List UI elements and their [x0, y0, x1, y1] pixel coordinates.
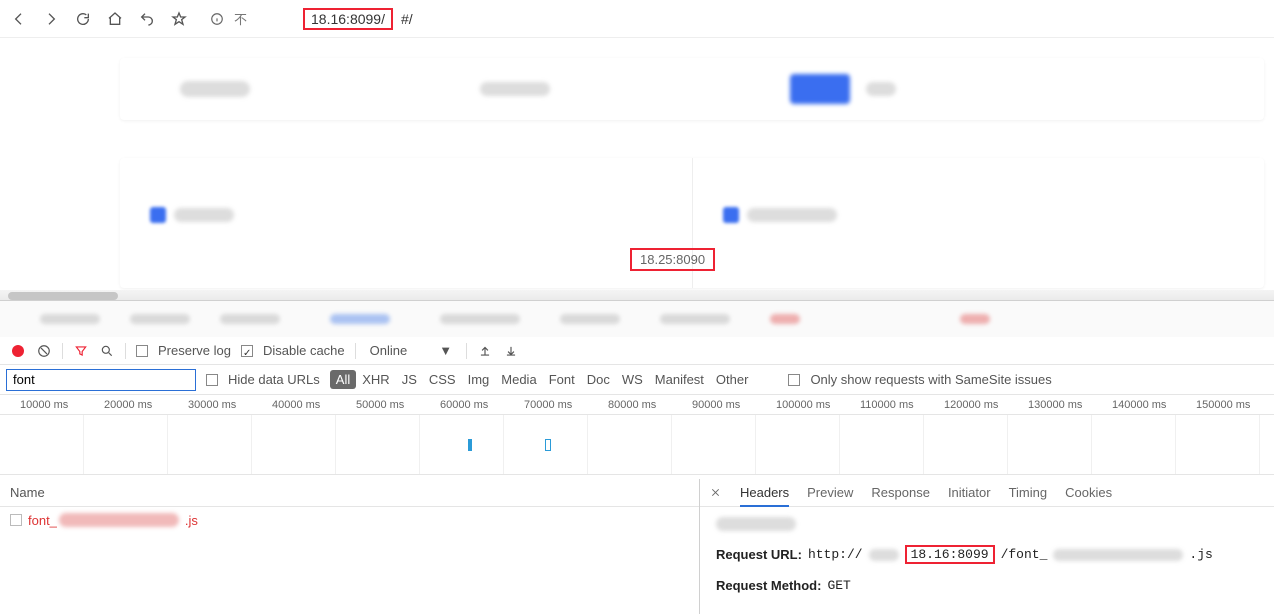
throttling-select[interactable]: Online ▼ [366, 343, 456, 358]
scrollbar-thumb[interactable] [8, 292, 118, 300]
request-name-suffix: .js [185, 513, 198, 528]
request-checkbox[interactable] [10, 514, 22, 526]
timeline-ruler: 10000 ms20000 ms30000 ms40000 ms50000 ms… [0, 395, 1274, 415]
timeline-tick: 120000 ms [944, 399, 1028, 411]
network-toolbar: Preserve log Disable cache Online ▼ [0, 337, 1274, 365]
request-url-prefix: http:// [808, 547, 863, 562]
waterfall-mark [468, 439, 472, 451]
page-header-blur [120, 58, 1264, 120]
detail-tab-cookies[interactable]: Cookies [1065, 480, 1112, 505]
filter-type-manifest[interactable]: Manifest [649, 370, 710, 389]
timeline-tick: 110000 ms [860, 399, 944, 411]
filter-type-other[interactable]: Other [710, 370, 755, 389]
samesite-label: Only show requests with SameSite issues [810, 372, 1051, 387]
detail-tabbar: Headers Preview Response Initiator Timing Coo… [700, 479, 1274, 507]
timeline-tick: 130000 ms [1028, 399, 1112, 411]
home-icon[interactable] [102, 6, 128, 32]
timeline-tick: 60000 ms [440, 399, 524, 411]
request-name-blur [59, 513, 179, 527]
disable-cache-checkbox[interactable] [241, 345, 253, 357]
timeline-tick: 140000 ms [1112, 399, 1196, 411]
preserve-log-label: Preserve log [158, 343, 231, 358]
address-bar[interactable]: 不 18.16:8099/ #/ [198, 8, 1268, 30]
devtools-panel: Preserve log Disable cache Online ▼ Hide… [0, 300, 1274, 614]
filter-icon[interactable] [73, 343, 89, 359]
filter-type-img[interactable]: Img [462, 370, 496, 389]
network-filter-bar: Hide data URLs AllXHRJSCSSImgMediaFontDo… [0, 365, 1274, 395]
disable-cache-label: Disable cache [263, 343, 345, 358]
undo-icon[interactable] [134, 6, 160, 32]
callout-secondary: 18.25:8090 [630, 248, 715, 271]
request-url-label: Request URL: [716, 547, 802, 562]
hide-data-urls-label: Hide data URLs [228, 372, 320, 387]
detail-body: Request URL: http:// 18.16:8099/font_ .j… [700, 507, 1274, 593]
filter-type-xhr[interactable]: XHR [356, 370, 395, 389]
primary-button-blur [790, 74, 850, 104]
timeline-tick: 20000 ms [104, 399, 188, 411]
request-detail: Headers Preview Response Initiator Timing Coo… [700, 479, 1274, 614]
filter-input[interactable] [6, 369, 196, 391]
page-content: 18.25:8090 [0, 38, 1274, 300]
browser-toolbar: 不 18.16:8099/ #/ [0, 0, 1274, 38]
timeline-tick: 70000 ms [524, 399, 608, 411]
samesite-checkbox[interactable] [788, 374, 800, 386]
filter-type-js[interactable]: JS [396, 370, 423, 389]
waterfall[interactable] [0, 415, 1274, 475]
filter-type-media[interactable]: Media [495, 370, 542, 389]
waterfall-mark [545, 439, 551, 451]
timeline-tick: 40000 ms [272, 399, 356, 411]
detail-tab-initiator[interactable]: Initiator [948, 480, 991, 505]
timeline-tick: 100000 ms [776, 399, 860, 411]
request-url-mid: /font_ [1001, 547, 1048, 562]
star-icon[interactable] [166, 6, 192, 32]
hide-data-urls-checkbox[interactable] [206, 374, 218, 386]
detail-tab-headers[interactable]: Headers [740, 480, 789, 507]
back-icon[interactable] [6, 6, 32, 32]
timeline-tick: 80000 ms [608, 399, 692, 411]
filter-type-font[interactable]: Font [543, 370, 581, 389]
preserve-log-checkbox[interactable] [136, 345, 148, 357]
timeline-tick: 50000 ms [356, 399, 440, 411]
network-splitpane: Name font_ .js Headers Preview Response Ini… [0, 479, 1274, 614]
close-icon[interactable] [708, 486, 722, 500]
throttling-value: Online [370, 343, 408, 358]
security-label: 不 [234, 9, 247, 28]
search-icon[interactable] [99, 343, 115, 359]
url-highlight: 18.16:8099/ [303, 8, 393, 30]
column-header-name[interactable]: Name [0, 479, 699, 507]
filter-type-ws[interactable]: WS [616, 370, 649, 389]
devtools-tabstrip-blur [0, 301, 1274, 337]
request-list: Name font_ .js [0, 479, 700, 614]
filter-type-doc[interactable]: Doc [581, 370, 616, 389]
upload-icon[interactable] [477, 343, 493, 359]
detail-tab-preview[interactable]: Preview [807, 480, 853, 505]
chevron-down-icon: ▼ [439, 343, 452, 358]
request-method-label: Request Method: [716, 578, 821, 593]
info-icon [208, 10, 226, 28]
request-row[interactable]: font_ .js [0, 507, 699, 533]
url-rest: #/ [401, 11, 413, 27]
request-name-prefix: font_ [28, 513, 57, 528]
clear-icon[interactable] [36, 343, 52, 359]
timeline-tick: 90000 ms [692, 399, 776, 411]
detail-tab-response[interactable]: Response [871, 480, 930, 505]
filter-type-css[interactable]: CSS [423, 370, 462, 389]
timeline-tick: 10000 ms [20, 399, 104, 411]
request-method-value: GET [827, 578, 850, 593]
request-url-suffix: .js [1189, 547, 1212, 562]
filter-type-all[interactable]: All [330, 370, 356, 389]
detail-tab-timing[interactable]: Timing [1009, 480, 1048, 505]
timeline-tick: 30000 ms [188, 399, 272, 411]
forward-icon[interactable] [38, 6, 64, 32]
reload-icon[interactable] [70, 6, 96, 32]
timeline-tick: 150000 ms [1196, 399, 1274, 411]
record-icon[interactable] [10, 343, 26, 359]
download-icon[interactable] [503, 343, 519, 359]
request-url-highlight: 18.16:8099 [905, 545, 995, 564]
